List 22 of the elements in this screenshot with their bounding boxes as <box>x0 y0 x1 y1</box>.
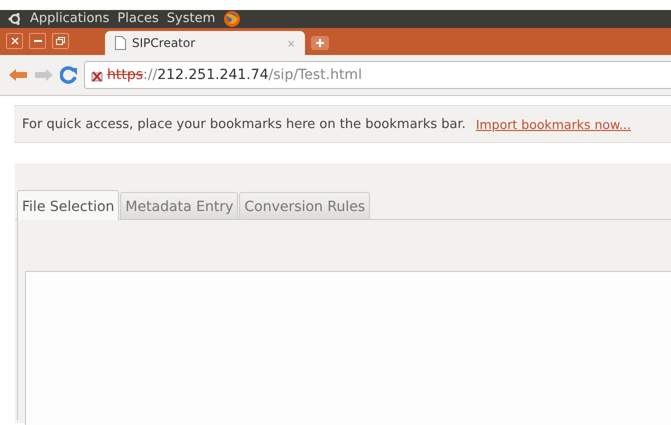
page-icon <box>115 36 126 50</box>
panel-menu[interactable]: Applications <box>30 12 110 26</box>
restore-button[interactable] <box>52 33 69 49</box>
close-icon <box>10 37 18 45</box>
panel-menu[interactable]: Places <box>117 12 159 26</box>
import-bookmarks-link[interactable]: Import bookmarks now... <box>476 116 632 132</box>
restore-icon <box>56 37 65 45</box>
browser-tab[interactable]: SIPCreator × <box>105 31 305 55</box>
tab[interactable]: File Selection <box>17 190 120 220</box>
tab[interactable]: Metadata Entry <box>120 192 238 219</box>
panel-menu[interactable]: System <box>166 12 216 26</box>
reload-button[interactable] <box>60 66 78 84</box>
plus-icon <box>316 39 324 47</box>
ubuntu-logo-icon[interactable] <box>8 12 22 26</box>
back-button[interactable] <box>8 68 28 82</box>
close-window-button[interactable] <box>6 33 23 49</box>
minimize-button[interactable] <box>29 33 46 49</box>
address-field[interactable]: https://212.251.241.74/sip/Test.html <box>84 61 671 89</box>
tab[interactable]: Conversion Rules <box>239 192 370 219</box>
bookmarks-message: For quick access, place your bookmarks here on the bookmarks bar. <box>22 116 466 132</box>
new-tab-button[interactable] <box>311 36 329 50</box>
minimize-icon <box>34 40 42 42</box>
